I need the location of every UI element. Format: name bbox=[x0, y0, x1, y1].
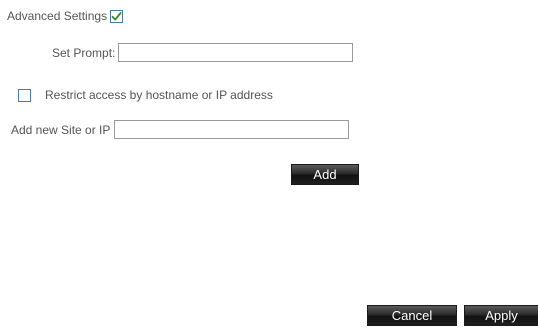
set-prompt-row: Set Prompt: bbox=[52, 43, 354, 62]
set-prompt-label: Set Prompt: bbox=[52, 45, 116, 60]
cancel-button[interactable]: Cancel bbox=[367, 305, 457, 326]
add-button[interactable]: Add bbox=[291, 164, 359, 185]
set-prompt-input[interactable] bbox=[118, 43, 354, 62]
apply-button[interactable]: Apply bbox=[464, 305, 538, 326]
restrict-access-label: Restrict access by hostname or IP addres… bbox=[45, 88, 273, 102]
add-site-label: Add new Site or IP bbox=[11, 122, 111, 137]
restrict-access-checkbox[interactable] bbox=[18, 88, 31, 102]
advanced-settings-checkbox[interactable] bbox=[110, 9, 124, 23]
checkmark-icon bbox=[111, 11, 122, 20]
restrict-access-row: Restrict access by hostname or IP addres… bbox=[18, 88, 273, 102]
add-site-row: Add new Site or IP bbox=[11, 120, 350, 139]
advanced-settings-label: Advanced Settings bbox=[7, 9, 108, 23]
settings-panel: Advanced Settings Set Prompt: Restrict a… bbox=[0, 0, 538, 328]
advanced-settings-row: Advanced Settings bbox=[7, 9, 124, 23]
add-site-input[interactable] bbox=[114, 120, 350, 139]
